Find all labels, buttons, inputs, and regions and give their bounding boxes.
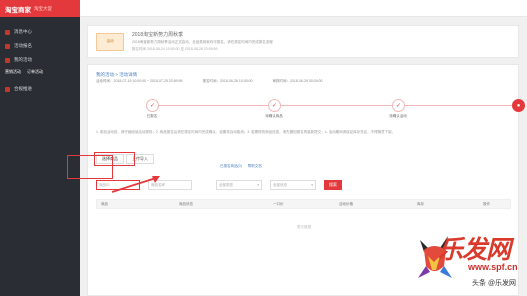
sidebar-item-activity-signup[interactable]: 活动报名 <box>0 39 80 53</box>
notice-text: 2018淘宝新势力周秋季 2018淘宝新势力周秋季活动正式启动，全品类商家均可报… <box>132 31 273 52</box>
step-connector <box>274 105 398 106</box>
sidebar: 淘宝商家 淘宝大促 消息中心 活动报名 我的活动 营销活动 订单活动 合规推进 <box>0 0 80 296</box>
link-help-doc[interactable]: 帮助文档 <box>248 164 262 169</box>
notice-description: 2018淘宝新势力周秋季活动正式启动，全品类商家均可报名，请在规定时间内完成报名… <box>132 40 273 44</box>
step-connector <box>152 105 274 106</box>
notice-time: 报名时间 2018-08-24 10:00:00 至 2018-08-28 23… <box>132 47 218 51</box>
sidebar-item-compliance[interactable]: 合规推进 <box>0 82 80 96</box>
chevron-down-icon: ▾ <box>311 183 313 187</box>
type-select[interactable]: 全部类型 ▾ <box>216 180 262 190</box>
list-icon <box>5 57 10 63</box>
col-product: 商品 <box>101 201 108 206</box>
breadcrumb[interactable]: 我的活动 > 活动详情 <box>96 72 137 78</box>
sub-tabs: 选择商品 上传导入 <box>94 152 154 166</box>
link-signed-products[interactable]: 已报名商品(0) <box>220 164 242 169</box>
step-1-check-icon: ✓ <box>146 99 159 112</box>
chevron-down-icon: ▾ <box>257 183 259 187</box>
sidebar-sub-marketing[interactable]: 营销活动 <box>5 69 21 75</box>
sidebar-sub-orders[interactable]: 订单活动 <box>27 69 43 75</box>
activity-time: 活动时间：2018-07-19 10:00:00 ~ 2018-07-25 23… <box>96 79 183 83</box>
sidebar-item-label: 消息中心 <box>14 29 32 34</box>
step-3-label: 待确认活动 <box>389 114 407 118</box>
progress-stepper: ✓ ✓ ✓ ● 已报名 待确认商品 待确认活动 <box>88 93 525 119</box>
shield-icon <box>5 86 10 92</box>
notice-banner[interactable]: 活动 2018淘宝新势力周秋季 2018淘宝新势力周秋季活动正式启动，全品类商家… <box>87 25 519 58</box>
filter-bar: 商品ID 商品名称 全部类型 ▾ 全部状态 ▾ 搜索 <box>96 180 342 190</box>
step-connector <box>398 105 516 106</box>
watermark-text: 乐发网 <box>438 235 511 264</box>
brand-tag: 淘宝大促 <box>34 5 52 11</box>
activity-icon <box>5 43 10 49</box>
review-time: 审核时间：2018-06-29 00:00:00 <box>272 79 323 83</box>
notice-title: 2018淘宝新势力周秋季 <box>132 32 184 38</box>
col-stock: 库存 <box>417 201 424 206</box>
search-button[interactable]: 搜索 <box>324 180 342 190</box>
col-activity-price: 活动价格 <box>339 201 353 206</box>
top-bar <box>80 0 527 17</box>
product-name-input[interactable]: 商品名称 <box>148 180 192 190</box>
tab-links: 已报名商品(0) 帮助文档 <box>220 164 262 169</box>
sidebar-item-label: 活动报名 <box>14 43 32 48</box>
col-price: 一口价 <box>273 201 284 206</box>
tab-select-product[interactable]: 选择商品 <box>96 154 124 164</box>
status-select-value: 全部状态 <box>273 182 287 187</box>
status-select[interactable]: 全部状态 ▾ <box>270 180 316 190</box>
message-icon <box>5 29 10 35</box>
step-3-check-icon: ✓ <box>392 99 405 112</box>
app-root: 淘宝商家 淘宝大促 消息中心 活动报名 我的活动 营销活动 订单活动 合规推进 … <box>0 0 527 296</box>
table-header: 商品 商品状态 一口价 活动价格 库存 操作 <box>96 199 511 209</box>
rules-info-text: 1. 参加活动前，请仔细阅读活动规则；2. 商品报名后请在规定时间内完成确认，逾… <box>96 130 396 134</box>
notice-thumbnail: 活动 <box>96 32 124 51</box>
step-4-current-icon: ● <box>512 99 525 112</box>
brand-bar: 淘宝商家 淘宝大促 <box>0 0 80 17</box>
step-2-check-icon: ✓ <box>268 99 281 112</box>
sidebar-item-my-activity[interactable]: 我的活动 <box>0 53 80 67</box>
col-status: 商品状态 <box>179 201 193 206</box>
sidebar-item-label: 合规推进 <box>14 86 32 91</box>
step-1-label: 已报名 <box>146 114 158 118</box>
sidebar-item-label: 我的活动 <box>14 57 32 62</box>
watermark-sign: 头条 @乐发网 <box>472 280 517 287</box>
step-2-label: 待确认商品 <box>265 114 283 118</box>
brand-logo[interactable]: 淘宝商家 <box>5 4 31 14</box>
type-select-value: 全部类型 <box>219 182 233 187</box>
sidebar-item-messages[interactable]: 消息中心 <box>0 25 80 39</box>
tab-upload-import[interactable]: 上传导入 <box>126 154 154 164</box>
col-actions: 操作 <box>483 201 490 206</box>
activity-meta: 活动时间：2018-07-19 10:00:00 ~ 2018-07-25 23… <box>96 79 323 84</box>
signup-time: 报名时间：2018-06-26 10:00:00 <box>202 79 253 83</box>
watermark-url: www.spf.cn <box>468 262 518 272</box>
product-id-input[interactable]: 商品ID <box>96 180 140 190</box>
watermark: 乐发网 www.spf.cn 头条 @乐发网 <box>412 228 527 296</box>
sidebar-subnav: 营销活动 订单活动 <box>0 67 80 76</box>
